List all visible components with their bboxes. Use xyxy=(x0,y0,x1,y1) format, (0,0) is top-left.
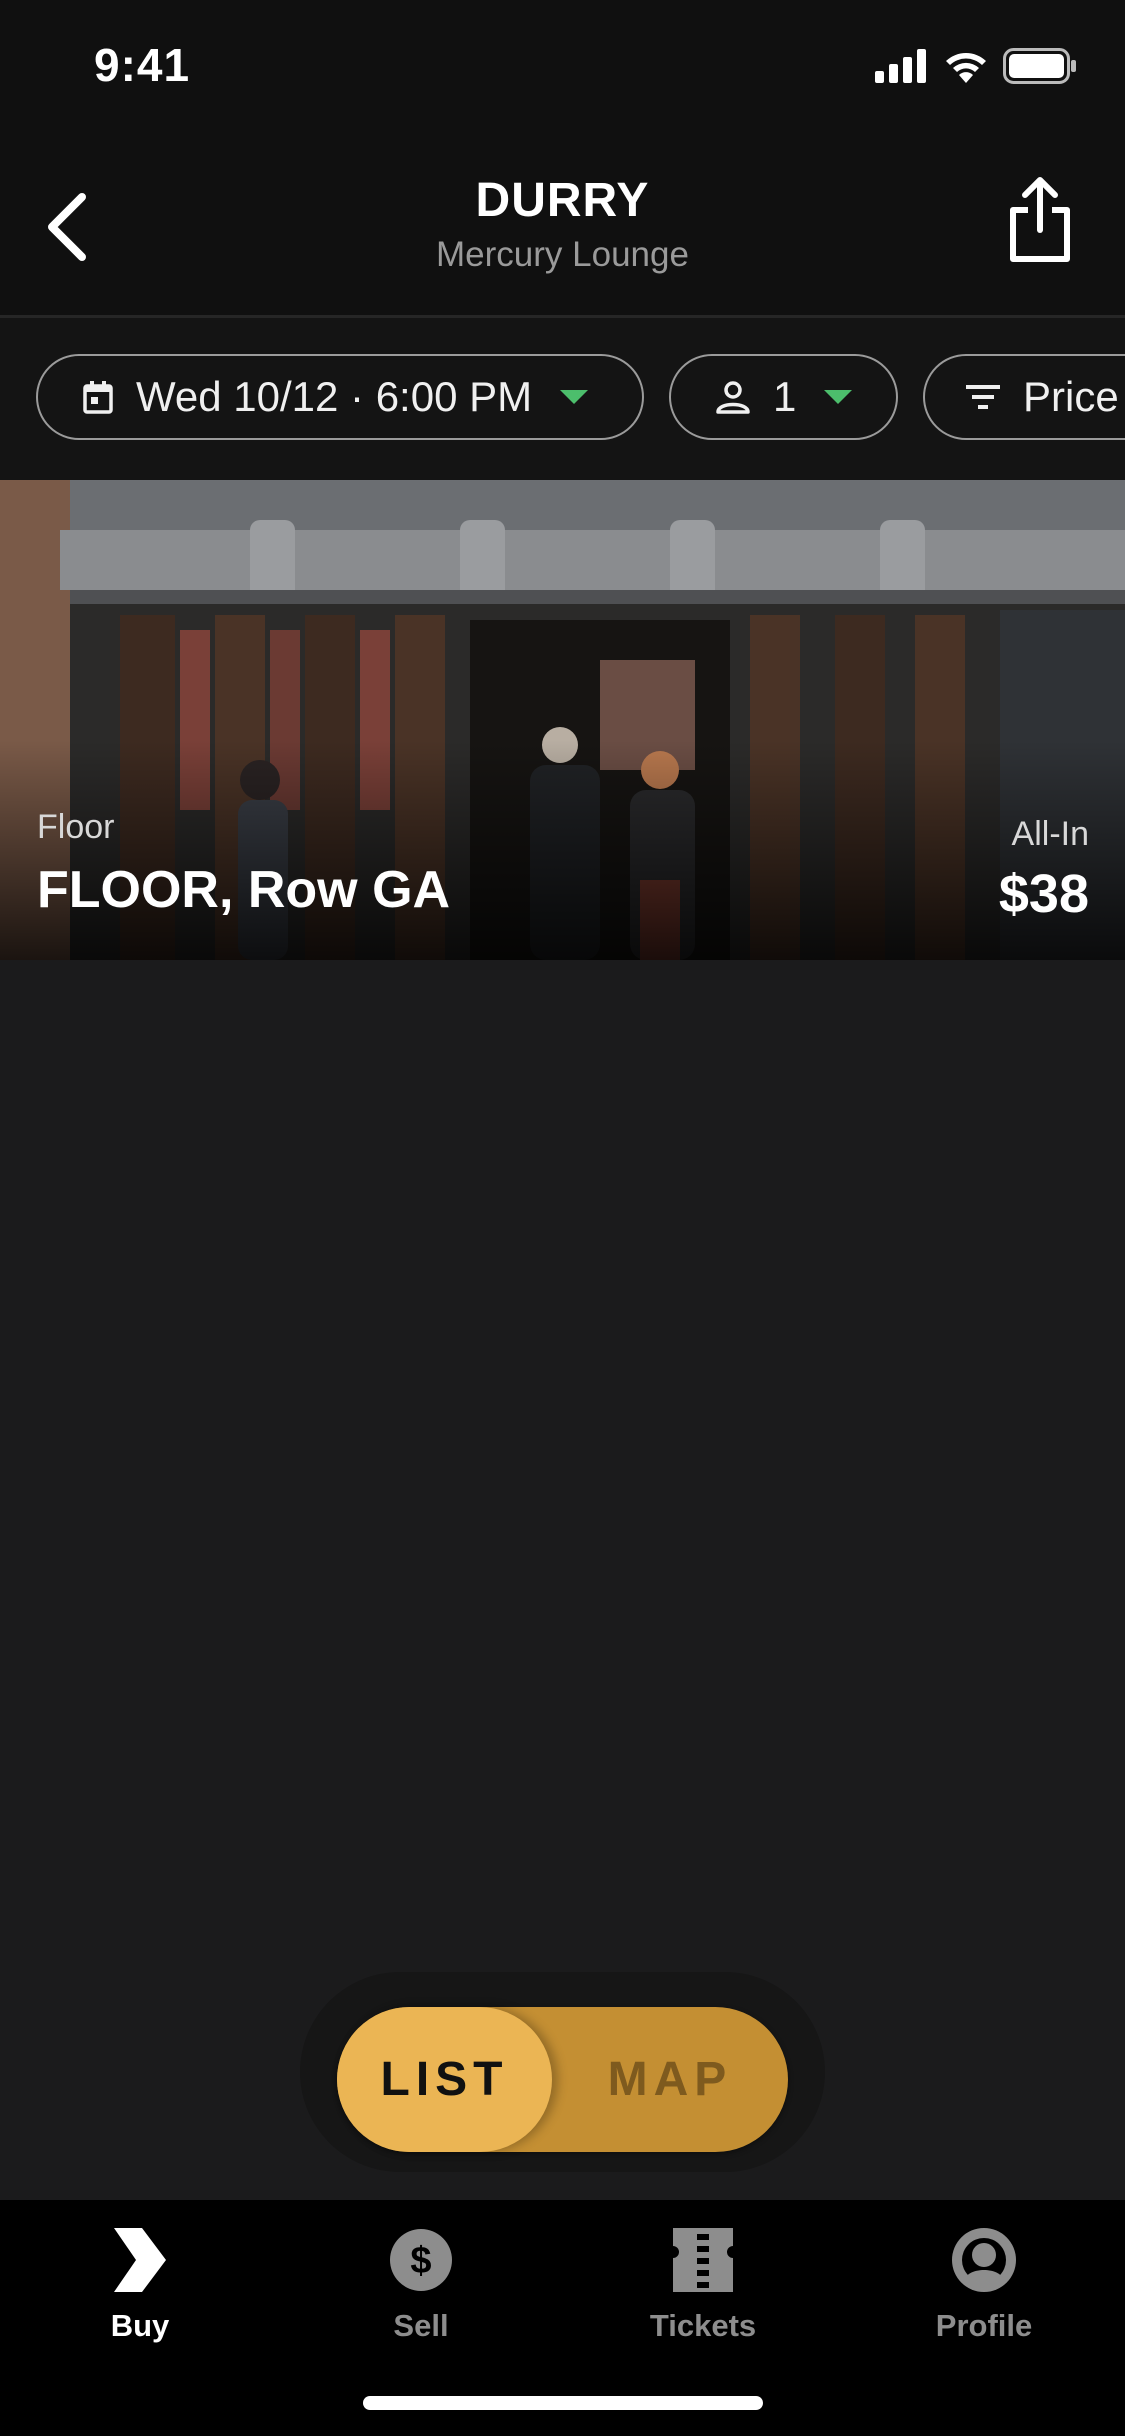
event-title: DURRY xyxy=(475,174,650,227)
tab-label: Profile xyxy=(935,2308,1033,2343)
status-time: 9:41 xyxy=(94,39,191,91)
map-view-button[interactable]: MAP xyxy=(552,2007,788,2152)
all-in-label: All-In xyxy=(1011,815,1089,853)
venue-name: Mercury Lounge xyxy=(436,235,689,274)
caret-down-icon xyxy=(824,390,853,404)
photo-gradient-overlay xyxy=(0,740,1125,960)
date-filter-label: Wed 10/12 · 6:00 PM xyxy=(136,373,533,420)
dollar-icon: $ xyxy=(390,2229,452,2291)
filter-icon xyxy=(966,385,1000,409)
caret-down-icon xyxy=(560,390,589,404)
quantity-filter-chip[interactable]: 1 xyxy=(669,354,898,440)
status-icons xyxy=(875,48,1077,84)
list-map-toggle[interactable]: LIST MAP xyxy=(337,2007,788,2152)
date-filter-chip[interactable]: Wed 10/12 · 6:00 PM xyxy=(36,354,644,440)
status-bar: 9:41 xyxy=(0,0,1125,135)
tab-buy[interactable]: Buy xyxy=(40,2220,240,2360)
battery-icon xyxy=(1003,48,1076,84)
quantity-filter-label: 1 xyxy=(773,373,797,420)
share-button[interactable] xyxy=(1005,175,1075,265)
share-icon xyxy=(1010,177,1070,262)
tab-label: Buy xyxy=(110,2308,170,2343)
wifi-icon xyxy=(946,53,986,83)
section-label: Floor xyxy=(37,808,115,846)
event-header: DURRY Mercury Lounge xyxy=(0,135,1125,318)
tab-sell[interactable]: $ Sell xyxy=(321,2220,521,2360)
list-view-button[interactable]: LIST xyxy=(337,2007,552,2152)
view-toggle-container: LIST MAP xyxy=(300,1972,825,2172)
tab-label: Sell xyxy=(393,2308,449,2343)
filter-bar: Wed 10/12 · 6:00 PM 1 Price xyxy=(0,318,1125,480)
calendar-icon xyxy=(83,381,113,414)
tab-profile[interactable]: Profile xyxy=(884,2220,1084,2360)
tab-tickets[interactable]: Tickets xyxy=(603,2220,803,2360)
ticket-listing-card[interactable]: Floor FLOOR, Row GA All-In $38 xyxy=(0,480,1125,960)
home-indicator[interactable] xyxy=(363,2396,763,2410)
cellular-signal-icon xyxy=(875,49,926,83)
svg-text:$: $ xyxy=(410,2240,431,2282)
buy-icon xyxy=(114,2228,166,2292)
person-icon xyxy=(716,381,750,414)
price-sort-chip[interactable]: Price xyxy=(923,354,1125,440)
profile-icon xyxy=(952,2228,1016,2292)
row-label: FLOOR, Row GA xyxy=(37,861,451,919)
ticket-icon xyxy=(673,2228,733,2292)
ticket-price: $38 xyxy=(998,864,1089,924)
price-sort-label: Price xyxy=(1023,373,1119,420)
tab-label: Tickets xyxy=(649,2308,757,2343)
